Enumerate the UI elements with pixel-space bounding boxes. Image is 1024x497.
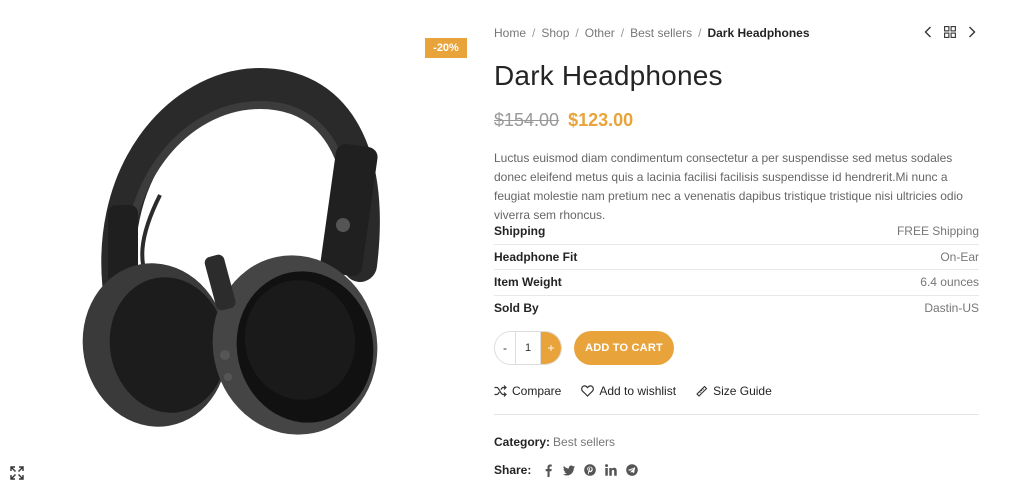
shuffle-icon: [494, 385, 507, 397]
attribute-key: Item Weight: [494, 275, 562, 290]
product-price: $154.00 $123.00: [494, 110, 633, 131]
category-label: Category:: [494, 435, 551, 449]
attribute-key: Shipping: [494, 224, 546, 239]
quantity-input[interactable]: [515, 332, 541, 364]
category-link[interactable]: Best sellers: [553, 435, 615, 449]
expand-icon: [10, 466, 24, 480]
product-attributes: Shipping FREE Shipping Headphone Fit On-…: [494, 219, 979, 321]
compare-button[interactable]: Compare: [494, 384, 561, 398]
divider: [494, 414, 979, 415]
grid-icon[interactable]: [943, 24, 957, 40]
telegram-icon[interactable]: [626, 463, 639, 477]
breadcrumb-other[interactable]: Other: [585, 26, 615, 40]
facebook-icon[interactable]: [542, 463, 554, 477]
product-navigation: [921, 24, 979, 40]
attribute-row: Sold By Dastin-US: [494, 296, 979, 322]
attribute-row: Item Weight 6.4 ounces: [494, 270, 979, 296]
breadcrumb-current: Dark Headphones: [707, 26, 810, 40]
chevron-right-icon[interactable]: [965, 24, 979, 40]
breadcrumb-separator: /: [698, 26, 702, 40]
zoom-button[interactable]: [0, 456, 34, 490]
attribute-value: FREE Shipping: [896, 224, 979, 239]
headphones-image[interactable]: [60, 55, 440, 435]
breadcrumb-separator: /: [620, 26, 625, 40]
attribute-key: Sold By: [494, 301, 539, 316]
attribute-value: 6.4 ounces: [920, 275, 979, 290]
sale-price: $123.00: [568, 110, 634, 130]
product-title: Dark Headphones: [494, 60, 723, 91]
compare-label: Compare: [512, 384, 562, 398]
breadcrumb-separator: /: [532, 26, 536, 40]
quantity-decrease-button[interactable]: -: [495, 332, 515, 364]
size-guide-label: Size Guide: [713, 384, 772, 398]
product-description: Luctus euismod diam condimentum consecte…: [494, 151, 963, 222]
pinterest-icon[interactable]: [584, 463, 597, 477]
share-links: Share:: [494, 463, 639, 477]
attribute-key: Headphone Fit: [494, 249, 578, 264]
product-gallery: -20%: [0, 0, 480, 497]
breadcrumb-shop[interactable]: Shop: [541, 26, 569, 40]
product-actions: Compare Add to wishlist Size Guide: [494, 384, 772, 398]
size-guide-button[interactable]: Size Guide: [696, 384, 772, 398]
breadcrumb-separator: /: [575, 26, 579, 40]
product-category: Category: Best sellers: [494, 435, 615, 449]
linkedin-icon[interactable]: [605, 463, 618, 477]
twitter-icon[interactable]: [563, 463, 576, 477]
breadcrumb: Home / Shop / Other / Best sellers / Dark Headph…: [494, 26, 810, 40]
breadcrumb-best-sellers[interactable]: Best sellers: [630, 26, 692, 40]
add-to-cart-button[interactable]: ADD TO CART: [574, 331, 674, 365]
chevron-left-icon[interactable]: [921, 24, 935, 40]
add-to-cart-form: - + ADD TO CART: [494, 331, 674, 365]
quantity-increase-button[interactable]: +: [541, 332, 561, 364]
ruler-icon: [696, 385, 708, 397]
heart-icon: [581, 385, 595, 397]
breadcrumb-home[interactable]: Home: [494, 26, 526, 40]
quantity-stepper: - +: [494, 331, 562, 365]
wishlist-label: Add to wishlist: [599, 384, 677, 398]
wishlist-button[interactable]: Add to wishlist: [581, 384, 676, 398]
attribute-row: Shipping FREE Shipping: [494, 219, 979, 245]
attribute-value: Dastin-US: [924, 301, 979, 316]
attribute-value: On-Ear: [940, 249, 979, 264]
attribute-row: Headphone Fit On-Ear: [494, 245, 979, 270]
share-label: Share:: [494, 463, 532, 477]
product-summary: Home / Shop / Other / Best sellers / Dark Headph…: [494, 0, 979, 497]
old-price: $154.00: [494, 110, 560, 130]
